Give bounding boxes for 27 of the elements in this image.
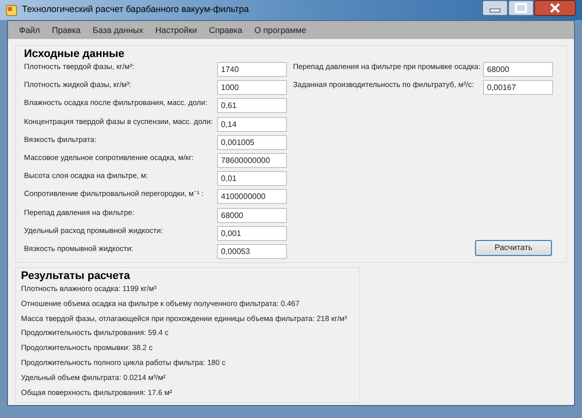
input-field[interactable]: 1740 [217, 62, 287, 77]
input-field[interactable]: 68000 [483, 62, 553, 77]
input-field[interactable]: 0,001 [217, 226, 287, 241]
window-title: Технологический расчет барабанного вакуум-фильтра [22, 3, 249, 16]
section-title: Результаты расчета [21, 270, 132, 282]
menu-item[interactable]: База данных [88, 24, 148, 36]
input-field[interactable]: 0,14 [217, 116, 287, 132]
input-field[interactable]: 68000 [217, 208, 287, 222]
input-field[interactable]: 0,001005 [217, 134, 287, 150]
section-title: Исходные данные [24, 48, 126, 60]
close-icon[interactable] [534, 0, 576, 16]
input-field[interactable]: 4100000000 [217, 189, 287, 204]
minimize-icon[interactable] [482, 0, 508, 16]
input-field[interactable]: 0,00167 [483, 80, 553, 96]
input-field[interactable]: 0,01 [217, 171, 287, 186]
input-field[interactable]: 78600000000 [217, 152, 287, 168]
menu-item[interactable]: Настройки [150, 24, 202, 36]
menu-item[interactable]: О программе [249, 24, 312, 36]
calculate-button[interactable]: Расчитать [475, 240, 552, 256]
app-icon [6, 4, 17, 16]
menu-item[interactable]: Файл [14, 24, 45, 36]
input-field[interactable]: 0,61 [217, 98, 287, 114]
menu-item[interactable]: Правка [46, 24, 86, 36]
maximize-icon[interactable] [508, 0, 534, 16]
input-field[interactable]: 0,00053 [217, 244, 287, 259]
input-field[interactable]: 1000 [217, 80, 287, 96]
menu-item[interactable]: Справка [204, 24, 248, 36]
